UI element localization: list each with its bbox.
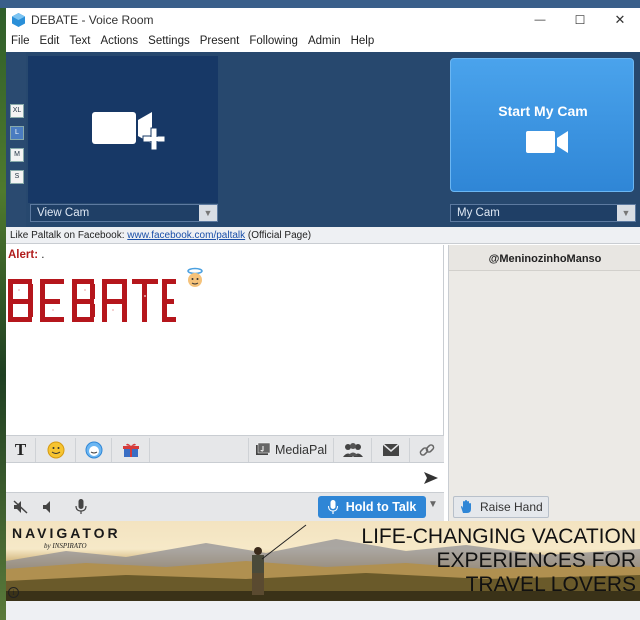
group-users-button[interactable]: [334, 438, 372, 462]
paltalk-app-icon: [12, 13, 25, 27]
alert-text: .: [38, 249, 45, 261]
menu-settings[interactable]: Settings: [143, 32, 195, 52]
emoticon-button[interactable]: [36, 438, 76, 462]
advertisement-banner[interactable]: NAVIGATOR by INSPIRATO LIFE-CHANGING VAC…: [6, 521, 640, 601]
menu-present[interactable]: Present: [195, 32, 245, 52]
animated-emoticon-button[interactable]: [76, 438, 112, 462]
view-cam-panel[interactable]: [28, 56, 218, 203]
link-button[interactable]: [410, 438, 444, 462]
microphone-icon: [75, 499, 87, 514]
ad-headline-line-3: TRAVEL LOVERS: [465, 573, 636, 596]
envelope-icon: [382, 443, 399, 456]
hold-to-talk-button[interactable]: Hold to Talk: [318, 496, 426, 518]
raise-hand-bar: Raise Hand: [448, 493, 640, 521]
gift-icon: [122, 443, 139, 457]
menu-bar: File Edit Text Actions Settings Present …: [6, 32, 640, 52]
video-camera-icon: [526, 131, 568, 153]
speaker-icon: [43, 501, 50, 513]
view-cam-label: View Cam: [37, 207, 90, 219]
size-l-button[interactable]: L: [10, 126, 24, 140]
start-cam-label: Start My Cam: [498, 103, 588, 119]
menu-admin[interactable]: Admin: [303, 32, 346, 52]
talk-options-dropdown[interactable]: ▼: [428, 499, 442, 515]
ad-headline: LIFE-CHANGING VACATION EXPERIENCES FOR T…: [326, 525, 636, 597]
chevron-down-icon: ▼: [617, 205, 635, 221]
message-button[interactable]: [372, 438, 410, 462]
emoticon-angel-icon: [187, 267, 203, 287]
chevron-down-icon: ▼: [199, 205, 217, 221]
text-format-button[interactable]: T: [6, 438, 36, 462]
facebook-prefix: Like Paltalk on Facebook:: [10, 230, 128, 241]
menu-file[interactable]: File: [6, 32, 35, 52]
ad-info-icon[interactable]: i: [8, 587, 19, 598]
smiley-icon: [47, 441, 64, 459]
start-my-cam-button[interactable]: Start My Cam: [450, 58, 634, 192]
microphone-icon: [327, 500, 338, 514]
status-strip: [6, 601, 640, 620]
minimize-button[interactable]: —: [520, 10, 560, 30]
mute-speakers-button[interactable]: [8, 496, 34, 518]
my-cam-label: My Cam: [457, 207, 500, 219]
users-group-icon: [342, 443, 363, 457]
speaker-muted-icon: [13, 500, 28, 514]
menu-actions[interactable]: Actions: [95, 32, 143, 52]
video-size-selector: XL L M S: [6, 52, 26, 227]
window-title: DEBATE - Voice Room: [31, 13, 154, 27]
menu-edit[interactable]: Edit: [35, 32, 65, 52]
gift-button[interactable]: [112, 438, 150, 462]
menu-following[interactable]: Following: [244, 32, 303, 52]
view-cam-dropdown[interactable]: View Cam ▼: [30, 204, 218, 222]
maximize-button[interactable]: ☐: [560, 10, 600, 30]
debate-pixel-art-banner: [8, 279, 176, 322]
mediapal-icon: [255, 442, 271, 455]
close-button[interactable]: ✕: [600, 10, 640, 30]
mediapal-label: MediaPal: [274, 443, 328, 457]
text-format-icon: T: [14, 440, 27, 459]
facebook-link[interactable]: www.facebook.com/paltalk: [127, 230, 245, 241]
send-arrow-icon[interactable]: [424, 471, 438, 485]
raise-hand-button[interactable]: Raise Hand: [453, 496, 549, 518]
ad-headline-line-1: LIFE-CHANGING VACATION: [361, 525, 636, 548]
title-bar: DEBATE - Voice Room — ☐ ✕: [6, 8, 640, 32]
user-list-header[interactable]: @MeninozinhoManso: [449, 245, 640, 271]
alert-message: Alert: .: [8, 249, 44, 261]
raise-hand-label: Raise Hand: [480, 500, 543, 514]
link-icon: [419, 444, 435, 456]
ad-logo-subtitle: by INSPIRATO: [44, 542, 87, 550]
size-s-button[interactable]: S: [10, 170, 24, 184]
size-xl-button[interactable]: XL: [10, 104, 24, 118]
cam-area: XL L M S View Cam ▼ Start My Cam My Cam …: [6, 52, 640, 227]
message-input[interactable]: [6, 463, 444, 493]
menu-text[interactable]: Text: [64, 32, 95, 52]
mediapal-button[interactable]: MediaPal: [248, 438, 334, 462]
hand-icon: [461, 500, 471, 513]
voice-controls-bar: Hold to Talk ▼: [6, 493, 444, 521]
facebook-suffix: (Official Page): [245, 230, 312, 241]
chat-transcript: Alert: .: [6, 245, 444, 435]
animated-emoticon-icon: [85, 441, 102, 459]
volume-button[interactable]: [36, 496, 62, 518]
hold-to-talk-label: Hold to Talk: [345, 500, 417, 514]
my-cam-dropdown[interactable]: My Cam ▼: [450, 204, 636, 222]
voice-room-window: DEBATE - Voice Room — ☐ ✕ File Edit Text…: [6, 8, 640, 620]
chat-formatting-toolbar: T MediaPal: [6, 435, 444, 463]
desktop-taskbar-strip: [0, 0, 640, 8]
alert-label: Alert:: [8, 249, 39, 261]
add-camera-icon: [92, 112, 166, 151]
menu-help[interactable]: Help: [346, 32, 380, 52]
facebook-promo-line: Like Paltalk on Facebook: www.facebook.c…: [6, 227, 640, 244]
user-list-panel: @MeninozinhoManso: [448, 245, 640, 493]
ad-logo: NAVIGATOR: [12, 525, 121, 541]
ad-headline-line-2: EXPERIENCES FOR: [436, 549, 636, 572]
size-m-button[interactable]: M: [10, 148, 24, 162]
microphone-button[interactable]: [68, 496, 94, 518]
